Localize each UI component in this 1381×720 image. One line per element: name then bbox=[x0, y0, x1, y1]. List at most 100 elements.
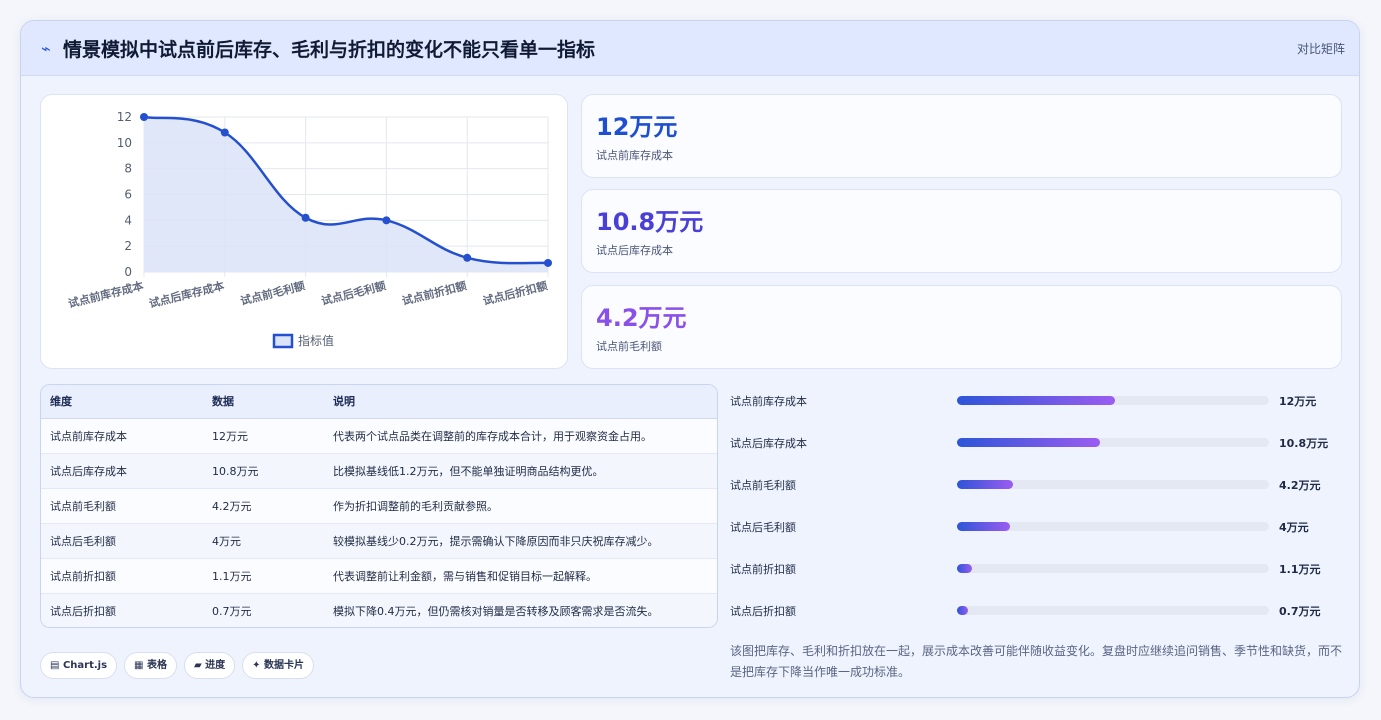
stat-card-1: 12万元 试点前库存成本 bbox=[581, 94, 1342, 178]
y-tick-label: 8 bbox=[124, 162, 132, 176]
y-tick-label: 2 bbox=[124, 239, 132, 253]
tag-table[interactable]: ▦ 表格 bbox=[124, 652, 177, 679]
table-row: 试点前折扣额 1.1万元 代表调整前让利金额，需与销售和促销目标一起解释。 bbox=[41, 558, 717, 594]
page-title: 情景模拟中试点前后库存、毛利与折扣的变化不能只看单一指标 bbox=[63, 39, 596, 61]
x-tick-label: 试点后毛利额 bbox=[320, 278, 387, 308]
cell-dimension: 试点后库存成本 bbox=[41, 453, 203, 489]
cell-data: 0.7万元 bbox=[203, 593, 324, 627]
progress-fill bbox=[957, 438, 1100, 447]
table-body: 试点前库存成本 12万元 代表两个试点品类在调整前的库存成本合计，用于观察资金占用。… bbox=[41, 418, 717, 627]
progress-row: 试点前折扣额 1.1万元 bbox=[730, 558, 1350, 578]
cell-description: 代表调整前让利金额，需与销售和促销目标一起解释。 bbox=[324, 558, 717, 594]
progress-track bbox=[957, 438, 1269, 447]
data-point bbox=[301, 213, 310, 222]
stat-value: 10.8万元 bbox=[596, 208, 704, 236]
progress-row: 试点后库存成本 10.8万元 bbox=[730, 432, 1350, 452]
legend-label: 指标值 bbox=[298, 333, 334, 348]
panel-header: ⌁ 情景模拟中试点前后库存、毛利与折扣的变化不能只看单一指标 对比矩阵 bbox=[21, 21, 1359, 76]
table-row: 试点前毛利额 4.2万元 作为折扣调整前的毛利贡献参照。 bbox=[41, 488, 717, 524]
column-header-description: 说明 bbox=[324, 385, 717, 419]
data-point bbox=[544, 258, 552, 267]
x-tick-label: 试点前折扣额 bbox=[400, 278, 467, 308]
progress-value: 1.1万元 bbox=[1279, 563, 1321, 576]
data-point bbox=[382, 216, 391, 225]
data-table: 维度 数据 说明 试点前库存成本 12万元 代表两个试点品类在调整前的库存成本合计，… bbox=[41, 385, 717, 627]
stat-value: 12万元 bbox=[596, 113, 678, 141]
cell-dimension: 试点前库存成本 bbox=[41, 418, 203, 454]
progress-fill bbox=[957, 564, 972, 573]
progress-label: 试点前库存成本 bbox=[730, 395, 807, 408]
table-header-row: 维度 数据 说明 bbox=[41, 385, 717, 419]
progress-track bbox=[957, 564, 1269, 573]
cell-description: 模拟下降0.4万元，但仍需核对销量是否转移及顾客需求是否流失。 bbox=[324, 593, 717, 627]
line-chart: 0 2 4 6 8 10 12 试点前库存成本 试点后库存成本 试点前毛利额 试点后毛利额 试点前折扣… bbox=[67, 110, 552, 349]
progress-value: 4万元 bbox=[1279, 521, 1309, 534]
y-tick-label: 10 bbox=[117, 136, 132, 150]
cell-description: 比模拟基线低1.2万元，但不能单独证明商品结构更优。 bbox=[324, 453, 717, 489]
cell-dimension: 试点后折扣额 bbox=[41, 593, 203, 627]
tag-data-card[interactable]: ✦ 数据卡片 bbox=[242, 652, 315, 679]
y-tick-label: 0 bbox=[124, 265, 132, 279]
comparison-panel: ⌁ 情景模拟中试点前后库存、毛利与折扣的变化不能只看单一指标 对比矩阵 0 2 4 6… bbox=[20, 20, 1360, 698]
table-row: 试点前库存成本 12万元 代表两个试点品类在调整前的库存成本合计，用于观察资金占用。 bbox=[41, 418, 717, 454]
tag-label: 数据卡片 bbox=[264, 660, 305, 671]
cell-dimension: 试点前折扣额 bbox=[41, 558, 203, 594]
spark-icon: ⌁ bbox=[41, 39, 51, 58]
progress-fill bbox=[957, 396, 1116, 405]
y-tick-label: 4 bbox=[124, 213, 132, 227]
data-table-card: 维度 数据 说明 试点前库存成本 12万元 代表两个试点品类在调整前的库存成本合计，… bbox=[40, 384, 718, 628]
progress-fill bbox=[957, 480, 1013, 489]
cell-data: 4万元 bbox=[203, 523, 324, 559]
tag-label: 进度 bbox=[205, 660, 226, 671]
x-tick-label: 试点后折扣额 bbox=[481, 278, 548, 308]
progress-fill bbox=[957, 522, 1010, 531]
tag-list: ▤ Chart.js ▦ 表格 ▰ 进度 ✦ 数据卡片 bbox=[40, 652, 321, 680]
cell-description: 较模拟基线少0.2万元，提示需确认下降原因而非只庆祝库存减少。 bbox=[324, 523, 717, 559]
progress-value: 12万元 bbox=[1279, 395, 1317, 408]
stat-label: 试点前库存成本 bbox=[596, 149, 673, 162]
matrix-label: 对比矩阵 bbox=[1296, 42, 1345, 56]
table-row: 试点后库存成本 10.8万元 比模拟基线低1.2万元，但不能单独证明商品结构更优。 bbox=[41, 453, 717, 489]
chart-icon: ▤ bbox=[50, 660, 60, 671]
progress-track bbox=[957, 522, 1269, 531]
progress-track bbox=[957, 606, 1269, 615]
cell-data: 4.2万元 bbox=[203, 488, 324, 524]
stat-value: 4.2万元 bbox=[596, 304, 687, 332]
progress-track bbox=[957, 396, 1269, 405]
tag-progress[interactable]: ▰ 进度 bbox=[183, 652, 236, 679]
progress-row: 试点后折扣额 0.7万元 bbox=[730, 600, 1350, 620]
progress-value: 10.8万元 bbox=[1279, 437, 1329, 450]
column-header-data: 数据 bbox=[203, 385, 324, 419]
progress-row: 试点前库存成本 12万元 bbox=[730, 390, 1350, 410]
stat-card-2: 10.8万元 试点后库存成本 bbox=[581, 189, 1342, 273]
data-point bbox=[140, 113, 148, 121]
x-tick-label: 试点前毛利额 bbox=[239, 278, 306, 308]
x-tick-label: 试点后库存成本 bbox=[147, 278, 225, 310]
tag-chartjs[interactable]: ▤ Chart.js bbox=[40, 652, 118, 679]
progress-icon: ▰ bbox=[193, 660, 202, 671]
cell-dimension: 试点后毛利额 bbox=[41, 523, 203, 559]
progress-label: 试点后折扣额 bbox=[730, 605, 796, 618]
progress-label: 试点后毛利额 bbox=[730, 521, 796, 534]
data-point bbox=[220, 128, 229, 137]
tag-label: 表格 bbox=[146, 660, 167, 671]
data-point bbox=[463, 253, 472, 262]
stat-card-3: 4.2万元 试点前毛利额 bbox=[581, 285, 1342, 369]
cell-data: 12万元 bbox=[203, 418, 324, 454]
progress-value: 0.7万元 bbox=[1279, 605, 1321, 618]
progress-row: 试点后毛利额 4万元 bbox=[730, 516, 1350, 536]
cell-data: 10.8万元 bbox=[203, 453, 324, 489]
cell-description: 代表两个试点品类在调整前的库存成本合计，用于观察资金占用。 bbox=[324, 418, 717, 454]
progress-label: 试点后库存成本 bbox=[730, 437, 807, 450]
cell-description: 作为折扣调整前的毛利贡献参照。 bbox=[324, 488, 717, 524]
table-icon: ▦ bbox=[134, 660, 144, 671]
progress-fill bbox=[957, 606, 968, 615]
column-header-dimension: 维度 bbox=[41, 385, 203, 419]
x-tick-label: 试点前库存成本 bbox=[67, 278, 145, 310]
progress-value: 4.2万元 bbox=[1279, 479, 1321, 492]
y-tick-label: 12 bbox=[117, 110, 132, 124]
progress-track bbox=[957, 480, 1269, 489]
progress-row: 试点前毛利额 4.2万元 bbox=[730, 474, 1350, 494]
legend-swatch bbox=[272, 333, 294, 349]
progress-label: 试点前折扣额 bbox=[730, 563, 796, 576]
